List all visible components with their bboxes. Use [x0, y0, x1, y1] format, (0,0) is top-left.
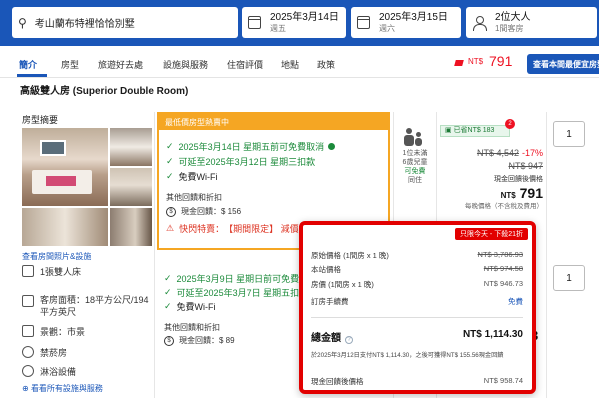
shower-icon — [22, 365, 34, 377]
child-occupancy-note: 1位未滿 6歲兒童 可免費 同住 — [402, 150, 428, 185]
room-rate-row: 房價 (1間房 x 1 晚) NT$ 946.73 — [311, 279, 523, 289]
tab-attractions[interactable]: 旅遊好去處 — [98, 58, 143, 71]
free-cancel-info: ✓ 2025年3月9日 星期日前可免費 — [164, 273, 300, 284]
calendar-icon — [357, 16, 370, 29]
feature-bed: 1張雙人床 — [22, 265, 81, 278]
savings-count-badge: 2 — [505, 119, 515, 129]
checkin-date: 2025年3月14日 — [270, 11, 339, 23]
site-price-row: 本站價格 NT$ 974.58 — [311, 264, 523, 274]
occupancy-icon — [404, 128, 424, 146]
booking-fee-row: 訂房手續費 免費 — [311, 297, 523, 306]
room-photo-thumb[interactable] — [110, 208, 152, 246]
check-icon: ✓ — [164, 287, 172, 297]
room-quantity-select[interactable]: 1 — [553, 121, 585, 147]
person-icon — [472, 15, 487, 31]
final-price: NT$ 791 — [500, 185, 543, 201]
check-icon: ✓ — [166, 156, 174, 166]
cash-back-info: $ 現金回饋：$ 89 — [164, 335, 235, 346]
price-flag-icon — [454, 60, 464, 66]
after-cashback-row: 現金回饋後價格 NT$ 958.74 — [311, 376, 523, 386]
feature-area: 客房面積：18平方公尺/194平方英尺 — [22, 295, 152, 318]
pay-later-info: ✓ 可延至2025年3月7日 星期五扣 — [164, 287, 300, 298]
destination-input[interactable]: ⚲ 考山蘭布特裡恰恰別墅 — [12, 7, 238, 38]
room-photo-main[interactable] — [22, 128, 108, 206]
section-nav: 簡介 房型 旅遊好去處 設施與服務 住宿評價 地點 政策 NT$ 791 查看本… — [0, 46, 599, 78]
room-photo-thumb[interactable] — [110, 168, 152, 206]
no-smoking-icon — [22, 346, 34, 358]
original-price: NT$ 4,542 — [476, 148, 519, 158]
other-benefits-label: 其他回饋和折扣 — [166, 193, 222, 202]
view-photos-link[interactable]: 查看房間照片&設施 — [22, 251, 91, 262]
info-icon[interactable] — [328, 143, 336, 150]
cashback-note: 於2025年3月12日支付NT$ 1,114.30，之後可獲得NT$ 155.5… — [311, 352, 504, 359]
calendar-icon — [248, 16, 261, 29]
column-divider — [154, 112, 155, 398]
original-price-row: 原始價格 (1間房 x 1 晚) NT$ 3,786.93 — [311, 250, 523, 260]
after-cashback-label: 現金回饋後價格 — [494, 176, 543, 183]
guest-picker[interactable]: 2位大人 1間客房 — [466, 7, 597, 38]
tab-reviews[interactable]: 住宿評價 — [227, 58, 263, 71]
nav-price: 791 — [489, 53, 513, 69]
help-icon[interactable]: ? — [345, 336, 353, 344]
search-icon: ⚲ — [18, 15, 27, 30]
checkin-day: 週五 — [270, 23, 286, 33]
price-breakdown-popup: 只限今天 - 下殺21折 原始價格 (1間房 x 1 晚) NT$ 3,786.… — [299, 221, 536, 394]
free-cancel-info: ✓ 2025年3月14日 星期五前可免費取消 — [166, 140, 336, 153]
pay-later-info: ✓ 可延至2025年3月12日 星期三扣款 — [166, 156, 316, 167]
tab-location[interactable]: 地點 — [281, 58, 299, 71]
nav-price-currency: NT$ — [468, 57, 484, 66]
room-count: 1間客房 — [495, 23, 524, 33]
all-facilities-link[interactable]: ⊕ 看看所有設施與服務 — [22, 383, 103, 394]
discount-percent: -17% — [521, 148, 543, 158]
lightning-icon: ⚠ — [166, 223, 175, 233]
savings-badge: ▣ 已省NT$ 183 — [440, 125, 510, 137]
feature-shower: 淋浴設備 — [22, 365, 76, 378]
feature-view: 景觀：市景 — [22, 325, 85, 338]
flash-sale-info: ⚠ 快閃特賣： 【期間限定】 減價 — [166, 223, 299, 234]
coin-icon: $ — [164, 335, 174, 346]
window-icon — [22, 325, 34, 337]
check-icon: ✓ — [166, 171, 174, 181]
room-title: 高級雙人房 (Superior Double Room) — [20, 86, 189, 97]
room-overview-label: 房型摘要 — [22, 115, 59, 125]
cash-back-info: $ 現金回饋：$ 156 — [166, 206, 241, 217]
wifi-info: ✓ 免費Wi-Fi — [164, 301, 216, 312]
price-note: 每晚價格（不含稅及費用） — [465, 203, 543, 210]
wifi-info: ✓ 免費Wi-Fi — [166, 171, 218, 182]
offer-header: 最低價房型熱賣中 — [159, 114, 388, 130]
feature-no-smoking: 禁菸房 — [22, 346, 67, 359]
checkout-picker[interactable]: 2025年3月15日 週六 — [351, 7, 461, 38]
divider — [311, 317, 523, 318]
room-photo-thumb[interactable] — [22, 208, 108, 246]
room-quantity-select[interactable]: 1 — [553, 265, 585, 291]
check-icon: ✓ — [166, 141, 174, 151]
destination-value: 考山蘭布特裡恰恰別墅 — [34, 19, 135, 30]
coin-icon: $ — [166, 206, 176, 217]
check-icon: ✓ — [164, 301, 172, 311]
checkout-day: 週六 — [379, 23, 395, 33]
discounted-price: NT$ 947 — [508, 161, 543, 171]
active-tab-indicator — [17, 74, 47, 77]
view-cheapest-room-button[interactable]: 查看本間最便宜房型 — [527, 54, 599, 74]
total-amount-row: 總金額? NT$ 1,114.30 — [311, 329, 523, 344]
room-photo-thumb[interactable] — [110, 128, 152, 166]
tab-policies[interactable]: 政策 — [317, 58, 335, 71]
column-divider — [546, 112, 547, 398]
check-icon: ✓ — [164, 273, 172, 283]
bed-icon — [22, 265, 34, 277]
tab-facilities[interactable]: 設施與服務 — [163, 58, 208, 71]
offer1-price-block: NT$ 4,542 -17% NT$ 947 現金回饋後價格 NT$ 791 每晚… — [445, 148, 543, 211]
guest-count: 2位大人 — [495, 11, 531, 23]
tab-rooms[interactable]: 房型 — [61, 58, 79, 71]
checkout-date: 2025年3月15日 — [379, 11, 448, 23]
other-benefits-label: 其他回饋和折扣 — [164, 323, 220, 332]
checkin-picker[interactable]: 2025年3月14日 週五 — [242, 7, 346, 38]
area-icon — [22, 295, 34, 307]
today-only-badge: 只限今天 - 下殺21折 — [454, 228, 528, 240]
tab-overview[interactable]: 簡介 — [19, 58, 37, 71]
search-bar: ⚲ 考山蘭布特裡恰恰別墅 2025年3月14日 週五 2025年3月15日 週六… — [0, 0, 599, 46]
